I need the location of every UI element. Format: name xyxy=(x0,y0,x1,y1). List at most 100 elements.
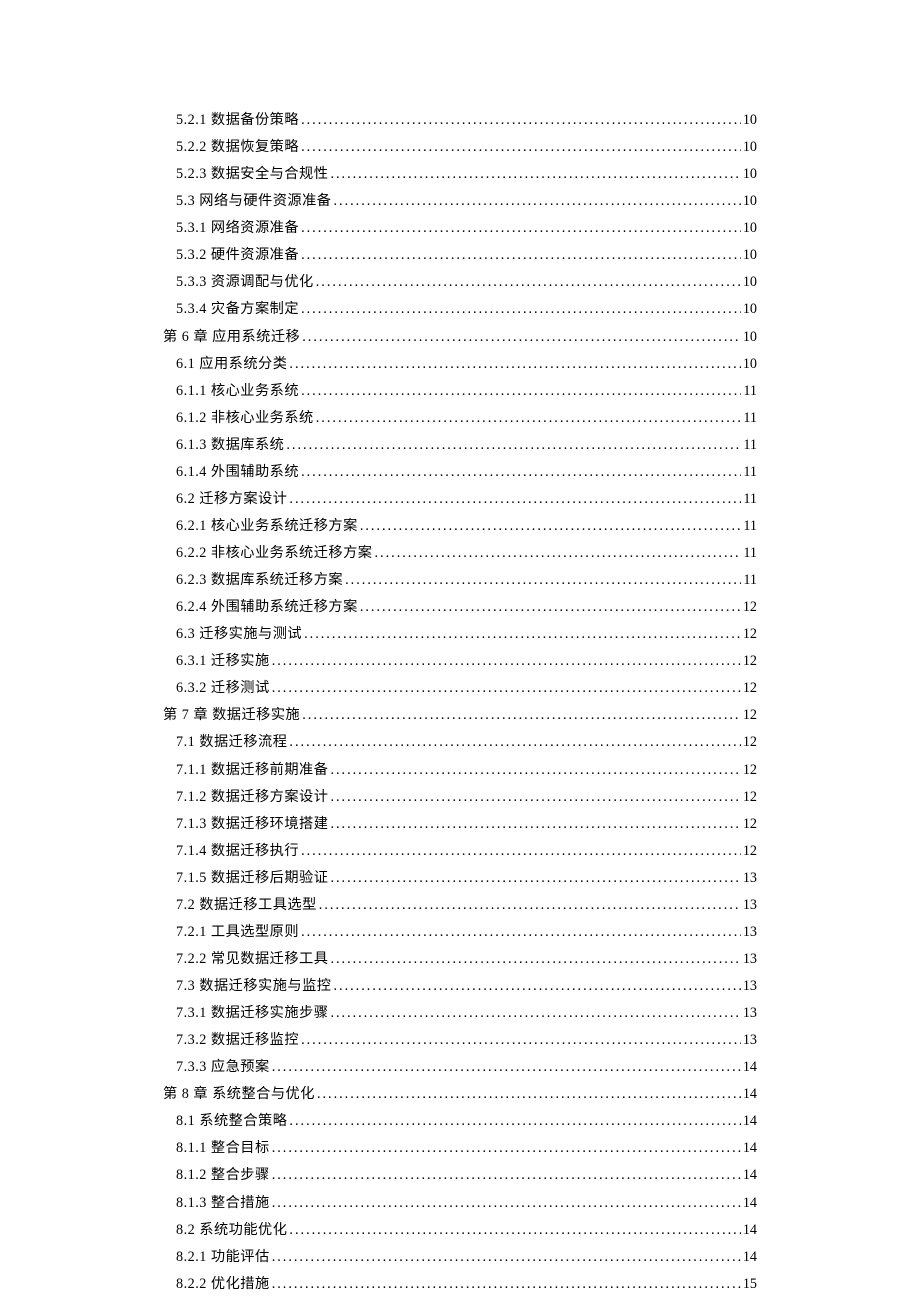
toc-entry[interactable]: 5.2.3 数据安全与合规性10 xyxy=(163,162,757,188)
toc-entry-title: 7.2 数据迁移工具选型 xyxy=(176,893,317,919)
toc-entry-page: 10 xyxy=(743,270,757,296)
toc-entry-page: 12 xyxy=(743,703,757,729)
toc-entry[interactable]: 6.2 迁移方案设计11 xyxy=(163,487,757,513)
toc-entry-page: 13 xyxy=(743,1028,757,1054)
toc-entry-title: 6.1.2 非核心业务系统 xyxy=(176,406,314,432)
toc-entry[interactable]: 8.1 系统整合策略14 xyxy=(163,1109,757,1135)
toc-entry-page: 12 xyxy=(743,676,757,702)
toc-entry[interactable]: 7.2.1 工具选型原则13 xyxy=(163,920,757,946)
toc-entry-title: 7.1.2 数据迁移方案设计 xyxy=(176,785,328,811)
table-of-contents: 5.2.1 数据备份策略105.2.2 数据恢复策略105.2.3 数据安全与合… xyxy=(163,108,757,1297)
toc-entry[interactable]: 6.2.1 核心业务系统迁移方案11 xyxy=(163,514,757,540)
toc-entry[interactable]: 5.3 网络与硬件资源准备10 xyxy=(163,189,757,215)
toc-entry[interactable]: 7.3.2 数据迁移监控13 xyxy=(163,1028,757,1054)
toc-entry[interactable]: 5.3.2 硬件资源准备10 xyxy=(163,243,757,269)
toc-entry[interactable]: 5.3.4 灾备方案制定10 xyxy=(163,297,757,323)
toc-leader-dots xyxy=(301,920,741,946)
toc-entry-title: 6.2 迁移方案设计 xyxy=(176,487,287,513)
toc-entry-page: 12 xyxy=(743,785,757,811)
toc-entry-title: 7.1.1 数据迁移前期准备 xyxy=(176,758,328,784)
toc-entry[interactable]: 7.2.2 常见数据迁移工具13 xyxy=(163,947,757,973)
toc-entry[interactable]: 7.1.4 数据迁移执行12 xyxy=(163,839,757,865)
toc-leader-dots xyxy=(272,1136,741,1162)
toc-leader-dots xyxy=(301,108,741,134)
toc-leader-dots xyxy=(330,758,740,784)
toc-entry[interactable]: 6.1.4 外围辅助系统11 xyxy=(163,460,757,486)
toc-entry[interactable]: 7.1 数据迁移流程12 xyxy=(163,730,757,756)
toc-entry-page: 10 xyxy=(743,189,757,215)
toc-entry[interactable]: 7.1.2 数据迁移方案设计 12 xyxy=(163,785,757,811)
toc-leader-dots xyxy=(333,189,740,215)
toc-leader-dots xyxy=(289,1218,740,1244)
toc-leader-dots xyxy=(272,1191,741,1217)
toc-leader-dots xyxy=(272,1055,741,1081)
toc-entry[interactable]: 7.1.3 数据迁移环境搭建12 xyxy=(163,812,757,838)
toc-leader-dots xyxy=(330,1001,740,1027)
toc-entry-page: 14 xyxy=(743,1055,757,1081)
toc-leader-dots xyxy=(330,812,740,838)
toc-leader-dots xyxy=(360,514,742,540)
toc-entry[interactable]: 第 6 章 应用系统迁移10 xyxy=(163,325,757,351)
toc-entry-page: 10 xyxy=(743,135,757,161)
toc-entry[interactable]: 7.3.3 应急预案14 xyxy=(163,1055,757,1081)
toc-entry[interactable]: 8.1.1 整合目标14 xyxy=(163,1136,757,1162)
toc-entry-title: 8.1.3 整合措施 xyxy=(176,1191,270,1217)
toc-leader-dots xyxy=(272,1272,741,1298)
toc-entry-page: 12 xyxy=(743,758,757,784)
toc-entry[interactable]: 5.2.1 数据备份策略10 xyxy=(163,108,757,134)
toc-entry-title: 8.2.2 优化措施 xyxy=(176,1272,270,1298)
toc-entry-page: 13 xyxy=(743,974,757,1000)
toc-entry-title: 8.1 系统整合策略 xyxy=(176,1109,287,1135)
toc-entry[interactable]: 7.3 数据迁移实施与监控13 xyxy=(163,974,757,1000)
toc-entry-title: 7.1.3 数据迁移环境搭建 xyxy=(176,812,328,838)
toc-entry[interactable]: 8.2.2 优化措施15 xyxy=(163,1272,757,1298)
toc-entry[interactable]: 7.3.1 数据迁移实施步骤13 xyxy=(163,1001,757,1027)
toc-entry[interactable]: 6.3.2 迁移测试12 xyxy=(163,676,757,702)
toc-entry[interactable]: 6.1.1 核心业务系统11 xyxy=(163,379,757,405)
toc-entry[interactable]: 6.2.4 外围辅助系统迁移方案12 xyxy=(163,595,757,621)
toc-entry-page: 11 xyxy=(743,433,757,459)
toc-entry[interactable]: 6.2.2 非核心业务系统迁移方案11 xyxy=(163,541,757,567)
toc-entry[interactable]: 第 8 章 系统整合与优化14 xyxy=(163,1082,757,1108)
toc-entry-page: 13 xyxy=(743,893,757,919)
toc-entry[interactable]: 6.2.3 数据库系统迁移方案11 xyxy=(163,568,757,594)
toc-entry[interactable]: 7.1.5 数据迁移后期验证13 xyxy=(163,866,757,892)
toc-entry[interactable]: 6.1.3 数据库系统11 xyxy=(163,433,757,459)
toc-entry[interactable]: 5.3.1 网络资源准备10 xyxy=(163,216,757,242)
toc-leader-dots xyxy=(286,433,741,459)
toc-leader-dots xyxy=(301,379,741,405)
toc-leader-dots xyxy=(289,352,740,378)
toc-leader-dots xyxy=(345,568,741,594)
toc-entry[interactable]: 5.2.2 数据恢复策略 10 xyxy=(163,135,757,161)
toc-entry-title: 6.1.4 外围辅助系统 xyxy=(176,460,299,486)
toc-entry[interactable]: 6.3 迁移实施与测试12 xyxy=(163,622,757,648)
toc-leader-dots xyxy=(319,893,741,919)
toc-entry[interactable]: 8.1.2 整合步骤14 xyxy=(163,1163,757,1189)
toc-entry[interactable]: 第 7 章 数据迁移实施12 xyxy=(163,703,757,729)
toc-entry[interactable]: 6.1 应用系统分类10 xyxy=(163,352,757,378)
toc-entry-title: 8.1.1 整合目标 xyxy=(176,1136,270,1162)
toc-entry-title: 6.2.1 核心业务系统迁移方案 xyxy=(176,514,358,540)
toc-entry-page: 11 xyxy=(743,379,757,405)
toc-entry[interactable]: 8.2.1 功能评估14 xyxy=(163,1245,757,1271)
toc-entry-page: 12 xyxy=(743,839,757,865)
toc-leader-dots xyxy=(301,460,741,486)
toc-entry[interactable]: 6.3.1 迁移实施12 xyxy=(163,649,757,675)
toc-leader-dots xyxy=(301,839,741,865)
toc-entry-page: 13 xyxy=(743,947,757,973)
toc-entry-page: 14 xyxy=(743,1082,757,1108)
toc-leader-dots xyxy=(272,1245,741,1271)
toc-entry-title: 第 6 章 应用系统迁移 xyxy=(163,325,300,351)
toc-entry[interactable]: 7.1.1 数据迁移前期准备 12 xyxy=(163,758,757,784)
toc-entry[interactable]: 6.1.2 非核心业务系统11 xyxy=(163,406,757,432)
toc-entry-title: 6.3.1 迁移实施 xyxy=(176,649,270,675)
toc-entry-page: 12 xyxy=(743,730,757,756)
toc-entry[interactable]: 5.3.3 资源调配与优化10 xyxy=(163,270,757,296)
toc-entry-title: 5.2.2 数据恢复策略 xyxy=(176,135,299,161)
toc-entry[interactable]: 8.2 系统功能优化14 xyxy=(163,1218,757,1244)
toc-leader-dots xyxy=(301,135,741,161)
toc-entry[interactable]: 8.1.3 整合措施14 xyxy=(163,1191,757,1217)
toc-entry-title: 8.1.2 整合步骤 xyxy=(176,1163,270,1189)
toc-leader-dots xyxy=(302,703,741,729)
toc-entry[interactable]: 7.2 数据迁移工具选型 13 xyxy=(163,893,757,919)
